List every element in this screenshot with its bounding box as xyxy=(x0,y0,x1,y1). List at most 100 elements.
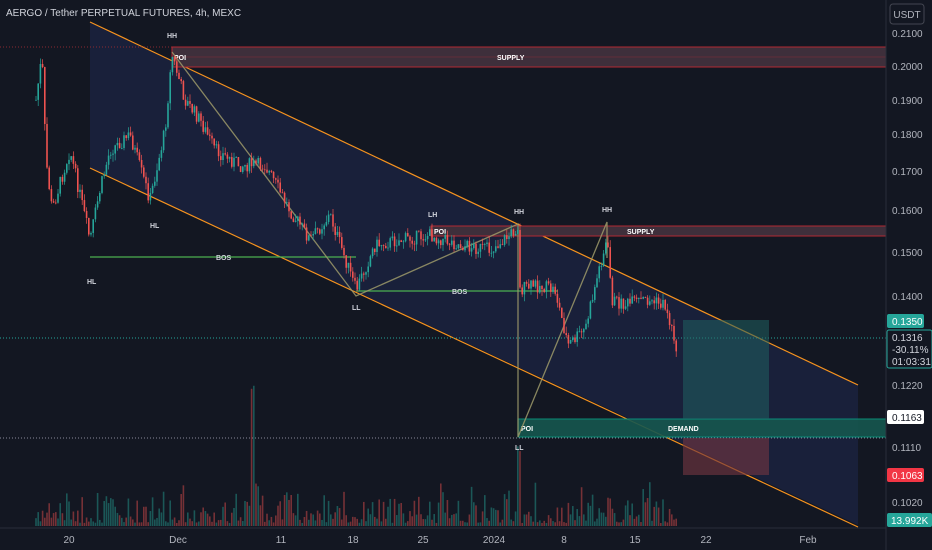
candle-body xyxy=(398,240,400,246)
candle-body xyxy=(55,202,57,204)
volume-bar xyxy=(519,451,521,526)
price-tick: 0.1020 xyxy=(892,498,923,509)
tp-price-text: 0.1350 xyxy=(892,317,923,328)
volume-bar xyxy=(448,518,451,526)
volume-bar xyxy=(206,513,209,526)
candle-body xyxy=(206,127,209,135)
price-tick: 0.1110 xyxy=(892,443,922,454)
volume-bar xyxy=(92,521,94,526)
candle-body xyxy=(567,335,570,344)
volume-bar xyxy=(409,511,411,526)
bos-label-1: BOS xyxy=(216,255,232,262)
candle-body xyxy=(363,273,365,275)
demand-zone[interactable] xyxy=(517,418,887,438)
volume-bar xyxy=(655,501,658,526)
time-tick: 25 xyxy=(417,535,429,546)
candle-body xyxy=(114,145,116,154)
candle-body xyxy=(301,223,303,225)
candle-body xyxy=(477,251,479,254)
volume-bar xyxy=(363,501,365,526)
volume-bar xyxy=(151,497,154,526)
volume-bar xyxy=(422,519,424,526)
volume-bar xyxy=(61,513,64,526)
candle-body xyxy=(138,152,141,161)
volume-bar xyxy=(400,502,402,526)
candle-body xyxy=(556,293,559,303)
volume-bar xyxy=(301,522,303,526)
volume-bar xyxy=(303,516,306,526)
volume-bar xyxy=(81,497,83,526)
candle-body xyxy=(523,282,526,295)
volume-bar xyxy=(239,517,242,526)
candle-body xyxy=(303,223,306,228)
candle-body xyxy=(248,158,251,172)
candle-body xyxy=(389,238,391,248)
volume-bar xyxy=(136,500,138,526)
time-tick: 11 xyxy=(276,535,287,546)
volume-bar xyxy=(72,511,75,526)
candle-body xyxy=(446,235,449,244)
volume-bar xyxy=(325,522,328,526)
time-tick: 8 xyxy=(561,535,567,546)
price-chart[interactable]: POI SUPPLY POI SUPPLY POI DEMAND BOS BOS… xyxy=(0,0,932,550)
candle-body xyxy=(312,233,314,236)
volume-bar xyxy=(567,502,570,526)
volume-bar xyxy=(310,513,312,526)
volume-bar xyxy=(305,510,308,526)
volume-bar xyxy=(41,510,44,526)
candle-body xyxy=(308,235,310,241)
volume-bar xyxy=(321,519,323,526)
volume-bar xyxy=(424,519,427,526)
candle-body xyxy=(294,220,297,222)
candle-body xyxy=(418,230,420,232)
candle-body xyxy=(561,307,563,318)
candle-body xyxy=(129,132,132,136)
volume-bar xyxy=(235,493,237,526)
volume-bar xyxy=(556,507,559,526)
volume-bar xyxy=(354,517,356,526)
volume-bar xyxy=(204,511,207,526)
candle-body xyxy=(387,247,389,249)
candle-body xyxy=(583,329,585,333)
volume-bar xyxy=(114,506,116,526)
volume-bar xyxy=(215,522,218,526)
candle-body xyxy=(242,166,244,172)
volume-bar xyxy=(664,521,666,526)
candle-body xyxy=(171,56,174,73)
volume-bar xyxy=(250,388,253,526)
volume-bar xyxy=(506,499,508,526)
volume-bar xyxy=(253,385,255,526)
volume-bar xyxy=(484,495,486,526)
supply-zone-right[interactable] xyxy=(430,225,887,237)
volume-bar xyxy=(312,514,314,526)
position-target-area[interactable] xyxy=(683,320,769,419)
candle-body xyxy=(662,299,664,308)
volume-bar xyxy=(413,500,416,526)
volume-bar xyxy=(462,520,464,526)
volume-bar xyxy=(96,492,99,526)
candle-body xyxy=(39,63,42,84)
volume-bar xyxy=(52,513,55,526)
candle-body xyxy=(521,287,523,295)
candle-body xyxy=(655,297,658,304)
candle-body xyxy=(352,271,354,278)
candle-body xyxy=(224,153,226,155)
candle-body xyxy=(59,176,61,194)
volume-bar xyxy=(160,512,163,526)
candle-body xyxy=(653,300,655,304)
volume-bar xyxy=(50,517,53,526)
candle-body xyxy=(624,306,627,309)
volume-bar xyxy=(587,502,589,526)
volume-bar xyxy=(169,500,171,526)
position-stop-area[interactable] xyxy=(683,438,769,475)
volume-bar xyxy=(497,510,499,526)
volume-bar xyxy=(132,519,134,526)
candle-body xyxy=(253,160,255,167)
volume-bar xyxy=(68,501,70,526)
candle-body xyxy=(158,157,160,171)
volume-bar xyxy=(180,494,182,526)
candle-body xyxy=(292,218,295,222)
candle-body xyxy=(422,239,424,241)
candle-body xyxy=(534,280,537,287)
volume-bar xyxy=(226,521,229,526)
